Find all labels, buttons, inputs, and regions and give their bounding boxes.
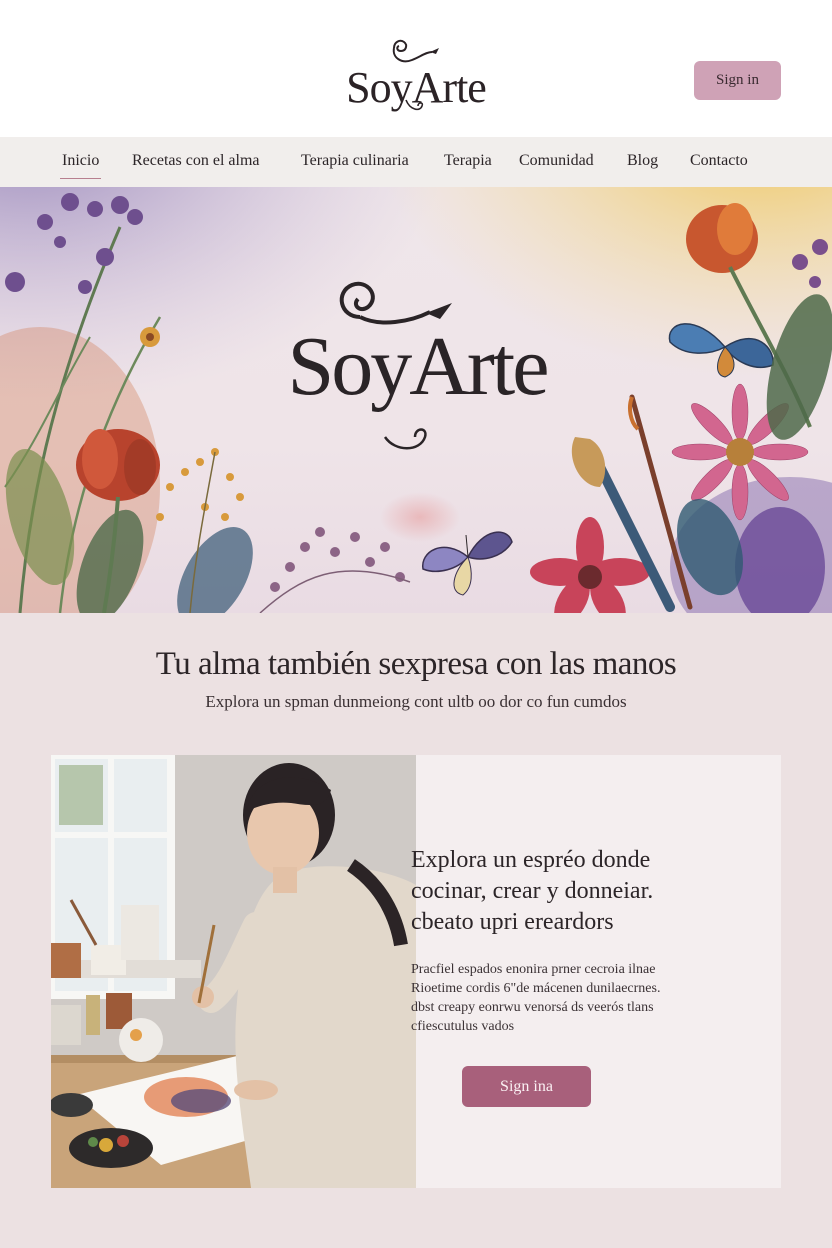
main-nav: Inicio Recetas con el alma Terapia culin… — [0, 137, 832, 187]
hero-banner: SoyArte — [0, 187, 832, 613]
hero-title: SoyArte — [287, 320, 550, 413]
sign-in-button[interactable]: Sign in — [694, 61, 781, 100]
feature-body: Pracfiel espados enonira prner cecroia i… — [411, 960, 711, 1036]
feature-body-line: dbst creapy eonrwu venorsá ds veerós tla… — [411, 1000, 654, 1015]
section-subline: Explora un spman dunmeiong cont ultb oo … — [205, 692, 627, 711]
nav-item-recetas[interactable]: Recetas con el alma — [132, 137, 260, 187]
section-headline: Tu alma también sexpresa con las manos — [155, 646, 677, 682]
site-header: SoyArte Sign in — [0, 0, 832, 137]
feature-cta-button[interactable]: Sign ina — [462, 1066, 591, 1107]
nav-item-terapia[interactable]: Terapia — [444, 137, 492, 187]
nav-item-blog[interactable]: Blog — [627, 137, 658, 187]
feature-body-line: cfiescutulus vados — [411, 1019, 515, 1034]
feature-body-line: Rioetime cordis 6"de mácenen dunilaecrne… — [411, 981, 661, 996]
feature-heading: Explora un espréo donde cocinar, crear y… — [411, 845, 741, 938]
brand-logo[interactable]: SoyArte — [336, 30, 496, 120]
feature-body-line: Pracfiel espados enonira prner cecroia i… — [411, 962, 656, 977]
nav-item-terapia-culinaria[interactable]: Terapia culinaria — [301, 137, 409, 187]
woman-painting-image — [51, 755, 416, 1188]
brand-name: SoyArte — [346, 63, 487, 112]
nav-item-inicio[interactable]: Inicio — [59, 137, 102, 187]
feature-heading-line: cocinar, crear y donneiar. — [411, 878, 654, 904]
feature-photo — [51, 755, 416, 1188]
feature-heading-line: cbeato upri ereardors — [411, 909, 614, 935]
feature-heading-line: Explora un espréo donde — [411, 847, 651, 873]
nav-item-contacto[interactable]: Contacto — [690, 137, 748, 187]
nav-item-comunidad[interactable]: Comunidad — [519, 137, 594, 187]
